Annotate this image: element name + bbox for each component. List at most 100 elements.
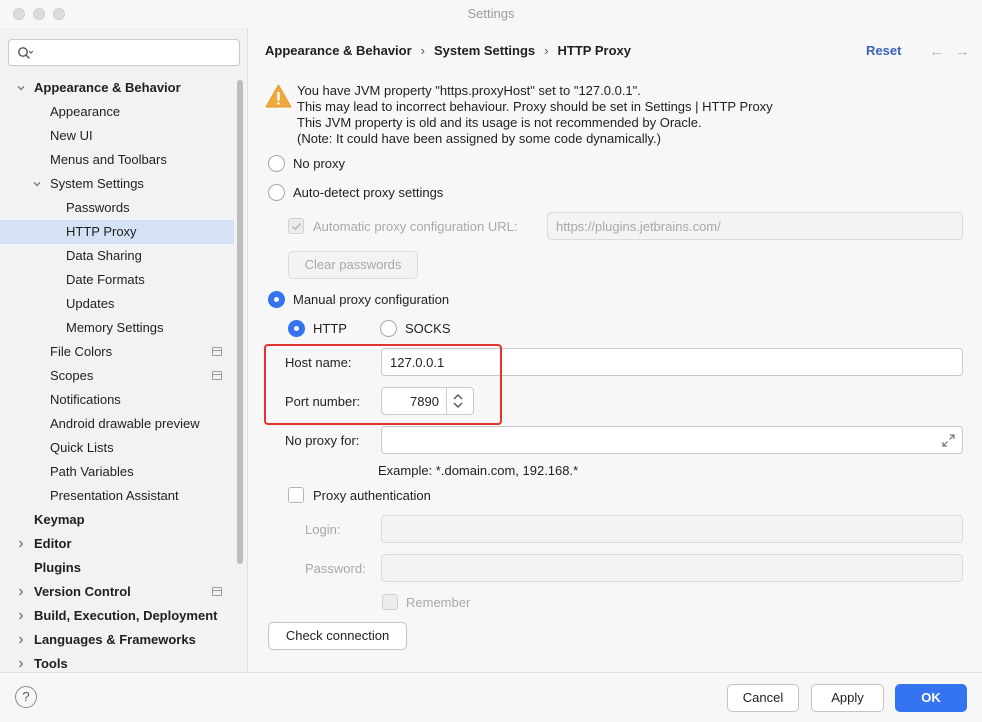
manual-proxy-radio[interactable] xyxy=(268,291,285,308)
expand-icon[interactable] xyxy=(942,434,955,447)
back-arrow-icon[interactable]: ← xyxy=(929,43,944,60)
chevron-right-icon[interactable] xyxy=(17,588,25,596)
sidebar-item[interactable]: Appearance & Behavior xyxy=(0,76,234,100)
window-title: Settings xyxy=(467,6,515,21)
login-label: Login: xyxy=(305,522,341,537)
sidebar-item[interactable]: Date Formats xyxy=(0,268,234,292)
sidebar-item-label: Editor xyxy=(34,536,72,551)
sidebar-item[interactable]: Data Sharing xyxy=(0,244,234,268)
chevron-right-icon[interactable] xyxy=(17,540,25,548)
remember-checkbox[interactable] xyxy=(382,594,398,610)
chevron-down-icon[interactable] xyxy=(17,84,25,92)
sidebar-item[interactable]: Scopes xyxy=(0,364,234,388)
sidebar-item-label: Date Formats xyxy=(66,272,145,287)
socks-radio[interactable] xyxy=(380,320,397,337)
no-proxy-label: No proxy xyxy=(293,156,346,171)
sidebar-item[interactable]: System Settings xyxy=(0,172,234,196)
chevron-right-icon[interactable] xyxy=(17,636,25,644)
chevron-right-icon[interactable] xyxy=(17,660,25,668)
sidebar-item-label: Plugins xyxy=(34,560,81,575)
sidebar-item[interactable]: Presentation Assistant xyxy=(0,484,234,508)
password-field[interactable] xyxy=(381,554,963,582)
sidebar-item-label: Android drawable preview xyxy=(50,416,200,431)
sidebar-item-label: Appearance & Behavior xyxy=(34,80,181,95)
sidebar-item-label: Path Variables xyxy=(50,464,134,479)
sidebar-item[interactable]: Editor xyxy=(0,532,234,556)
sidebar-item[interactable]: Passwords xyxy=(0,196,234,220)
search-icon xyxy=(18,47,33,59)
auto-config-url-value: https://plugins.jetbrains.com/ xyxy=(556,219,721,234)
sidebar-item-label: Version Control xyxy=(34,584,131,599)
sidebar-item-label: Presentation Assistant xyxy=(50,488,179,503)
clear-passwords-button[interactable]: Clear passwords xyxy=(288,251,418,279)
manual-proxy-label: Manual proxy configuration xyxy=(293,292,450,307)
sidebar-item[interactable]: Menus and Toolbars xyxy=(0,148,234,172)
sidebar-scrollbar[interactable] xyxy=(237,80,243,564)
warning-line: (Note: It could have been assigned by so… xyxy=(297,131,661,146)
highlight-annotation-box xyxy=(264,344,502,425)
auto-config-url-field[interactable]: https://plugins.jetbrains.com/ xyxy=(547,212,963,240)
warning-line: This JVM property is old and its usage i… xyxy=(297,115,702,130)
sidebar-item-label: Build, Execution, Deployment xyxy=(34,608,218,623)
sidebar-item-label: Menus and Toolbars xyxy=(50,152,167,167)
sidebar-item[interactable]: Version Control xyxy=(0,580,234,604)
auto-config-url-checkbox[interactable] xyxy=(288,218,304,234)
sidebar-item-label: Memory Settings xyxy=(66,320,164,335)
sidebar-item-label: Data Sharing xyxy=(66,248,142,263)
sidebar-item[interactable]: Memory Settings xyxy=(0,316,234,340)
sidebar-item-label: File Colors xyxy=(50,344,113,359)
sidebar-item[interactable]: Notifications xyxy=(0,388,234,412)
sidebar-item[interactable]: Updates xyxy=(0,292,234,316)
sidebar-item-label: Quick Lists xyxy=(50,440,114,455)
socks-label: SOCKS xyxy=(405,321,451,336)
dialog-footer: ? Cancel Apply OK xyxy=(0,672,982,722)
proxy-auth-checkbox[interactable] xyxy=(288,487,304,503)
warning-line: This may lead to incorrect behaviour. Pr… xyxy=(297,99,773,114)
sidebar-item-label: Updates xyxy=(66,296,115,311)
check-connection-button[interactable]: Check connection xyxy=(268,622,407,650)
sidebar-item[interactable]: Path Variables xyxy=(0,460,234,484)
sidebar-item[interactable]: Keymap xyxy=(0,508,234,532)
sidebar-item[interactable]: New UI xyxy=(0,124,234,148)
breadcrumb-separator-icon: › xyxy=(544,43,549,58)
apply-button[interactable]: Apply xyxy=(811,684,884,712)
sidebar-item-label: Appearance xyxy=(50,104,121,119)
warning-icon xyxy=(265,84,292,108)
no-proxy-radio[interactable] xyxy=(268,155,285,172)
sidebar-item[interactable]: Android drawable preview xyxy=(0,412,234,436)
sidebar-item[interactable]: Quick Lists xyxy=(0,436,234,460)
ok-button[interactable]: OK xyxy=(895,684,967,712)
sidebar-item-label: Notifications xyxy=(50,392,121,407)
chevron-right-icon[interactable] xyxy=(17,612,25,620)
sidebar-item-label: Scopes xyxy=(50,368,94,383)
password-label: Password: xyxy=(305,561,366,576)
auto-detect-radio[interactable] xyxy=(268,184,285,201)
login-field[interactable] xyxy=(381,515,963,543)
no-proxy-for-field[interactable] xyxy=(381,426,963,454)
breadcrumb-separator-icon: › xyxy=(420,43,426,58)
forward-arrow-icon[interactable]: → xyxy=(955,43,970,60)
breadcrumb-item[interactable]: System Settings xyxy=(434,43,535,58)
sidebar-item[interactable]: Build, Execution, Deployment xyxy=(0,604,234,628)
settings-sidebar: Appearance & Behavior Appearance New UI Men… xyxy=(0,28,248,672)
sidebar-item[interactable]: Plugins xyxy=(0,556,234,580)
cancel-button[interactable]: Cancel xyxy=(727,684,799,712)
sidebar-item-label: New UI xyxy=(50,128,93,143)
http-label: HTTP xyxy=(313,321,347,336)
sidebar-item-label: Languages & Frameworks xyxy=(34,632,196,647)
chevron-down-icon[interactable] xyxy=(33,180,41,188)
sidebar-item-label: HTTP Proxy xyxy=(66,224,137,239)
no-proxy-example: Example: *.domain.com, 192.168.* xyxy=(378,463,579,478)
sidebar-item[interactable]: Languages & Frameworks xyxy=(0,628,234,652)
no-proxy-for-label: No proxy for: xyxy=(285,433,360,448)
http-radio[interactable] xyxy=(288,320,305,337)
project-scope-icon xyxy=(212,371,222,380)
help-icon[interactable]: ? xyxy=(15,686,37,708)
search-input[interactable] xyxy=(8,39,240,66)
sidebar-item[interactable]: HTTP Proxy xyxy=(0,220,234,244)
sidebar-item[interactable]: File Colors xyxy=(0,340,234,364)
checkmark-icon xyxy=(291,222,302,231)
breadcrumb-item[interactable]: Appearance & Behavior xyxy=(265,43,412,58)
sidebar-item[interactable]: Appearance xyxy=(0,100,234,124)
reset-button[interactable]: Reset xyxy=(866,43,901,58)
